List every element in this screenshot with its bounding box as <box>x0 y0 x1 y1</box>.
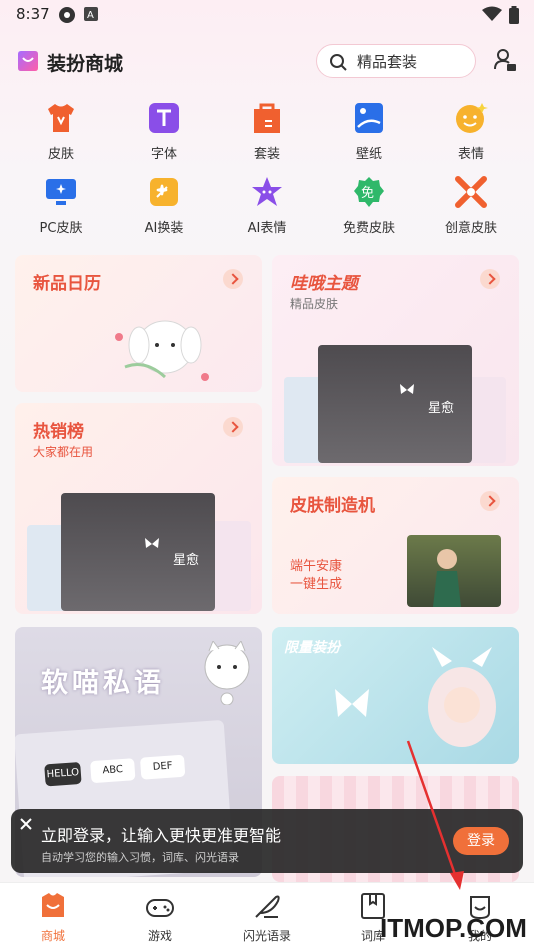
keyboard-preview-right <box>468 377 506 463</box>
card-wawa-theme[interactable]: 哇哦主题 精品皮肤 星愈 <box>272 255 519 466</box>
gamepad-icon <box>145 891 175 921</box>
header: 装扮商城 精品套装 <box>0 40 534 84</box>
category-label: 表情 <box>457 147 484 162</box>
status-time: 8:37 <box>16 5 50 23</box>
category-skin[interactable]: 皮肤 <box>16 101 106 162</box>
close-icon[interactable] <box>19 817 33 831</box>
store-logo-icon <box>18 51 38 71</box>
nav-label: 游戏 <box>147 929 172 943</box>
card-new-calendar[interactable]: 新品日历 <box>15 255 262 392</box>
keyboard-preview-main: 星愈 <box>318 345 472 463</box>
battery-icon <box>509 6 519 24</box>
category-label: AI表情 <box>247 221 287 236</box>
card-line2: 一键生成 <box>290 577 343 592</box>
watermark-text: ITMOP.COM <box>380 913 527 943</box>
category-creative-skin[interactable]: 创意皮肤 <box>426 175 516 236</box>
card-title: 限量装扮 <box>284 640 340 656</box>
woman-portrait-illustration <box>433 549 461 607</box>
category-ai-outfit[interactable]: AI换装 <box>119 175 209 236</box>
wifi-icon <box>482 6 502 21</box>
card-subtitle: 大家都在用 <box>33 445 94 459</box>
creative-icon <box>454 175 488 209</box>
card-hot-list[interactable]: 热销榜 大家都在用 星愈 <box>15 403 262 614</box>
key-abc: ABC <box>90 758 136 784</box>
category-free-skin[interactable]: 免 免费皮肤 <box>324 175 414 236</box>
category-label: PC皮肤 <box>39 221 83 236</box>
card-title: 新品日历 <box>33 274 101 294</box>
annotation-arrow <box>406 740 464 890</box>
bag-icon <box>250 101 284 135</box>
key-def: DEF <box>139 754 186 780</box>
category-label: 壁纸 <box>355 147 382 162</box>
emoji-icon <box>454 101 488 135</box>
arrow-right-icon[interactable] <box>480 491 500 511</box>
card-subtitle: 精品皮肤 <box>290 297 339 311</box>
keyboard-preview-text: 星愈 <box>428 401 455 416</box>
font-icon <box>147 101 181 135</box>
shirt-icon <box>44 101 78 135</box>
category-font[interactable]: 字体 <box>119 101 209 162</box>
search-placeholder: 精品套装 <box>357 53 418 71</box>
category-emoji[interactable]: 表情 <box>426 101 516 162</box>
butterfly-icon <box>400 384 414 394</box>
category-pc-skin[interactable]: PC皮肤 <box>16 175 106 236</box>
category-wallpaper[interactable]: 壁纸 <box>324 101 414 162</box>
arrow-right-icon[interactable] <box>480 269 500 289</box>
card-skin-maker[interactable]: 皮肤制造机 端午安康 一键生成 <box>272 477 519 614</box>
card-title: 软喵私语 <box>41 668 165 699</box>
butterfly-icon <box>145 538 159 548</box>
ai-emoji-icon <box>250 175 284 209</box>
key-hello: HELLO <box>44 761 82 787</box>
card-title: 哇哦主题 <box>290 274 358 294</box>
search-icon <box>330 54 347 71</box>
svg-text:免: 免 <box>361 186 374 201</box>
page-title: 装扮商城 <box>47 53 124 75</box>
notification-a-icon: A <box>84 7 98 21</box>
cat-illustration <box>204 641 250 705</box>
banner-subtitle: 自动学习您的输入习惯，词库、闪光语录 <box>41 851 239 864</box>
category-label: AI换装 <box>144 221 184 236</box>
card-title: 皮肤制造机 <box>290 496 375 516</box>
app-notification-icon <box>59 7 75 23</box>
status-bar: 8:37 A <box>0 0 534 28</box>
card-line1: 端午安康 <box>290 559 343 574</box>
svg-text:A: A <box>87 10 94 21</box>
nav-label: 闪光语录 <box>242 929 291 943</box>
store-tab-icon <box>38 891 68 921</box>
butterfly-icon <box>335 689 369 717</box>
category-suit[interactable]: 套装 <box>222 101 312 162</box>
banner-title: 立即登录，让输入更快更准更智能 <box>41 826 282 845</box>
puppy-illustration <box>115 320 209 381</box>
nav-label: 商城 <box>40 929 65 943</box>
search-input[interactable]: 精品套装 <box>316 44 476 78</box>
skin-preview-image <box>407 535 501 607</box>
keyboard-preview-main: 星愈 <box>61 493 215 611</box>
ai-outfit-icon <box>147 175 181 209</box>
wallpaper-icon <box>352 101 386 135</box>
category-label: 免费皮肤 <box>342 221 395 236</box>
arrow-right-icon[interactable] <box>223 269 243 289</box>
card-title: 热销榜 <box>33 422 84 442</box>
nav-item-flash-quotes[interactable]: 闪光语录 <box>227 891 307 944</box>
feather-pen-icon <box>252 891 282 921</box>
keyboard-preview-text: 星愈 <box>173 553 200 568</box>
nav-item-games[interactable]: 游戏 <box>120 891 200 944</box>
category-label: 创意皮肤 <box>444 221 497 236</box>
nav-item-store[interactable]: 商城 <box>13 891 93 944</box>
category-label: 皮肤 <box>47 147 74 162</box>
keyboard-preview-right <box>211 521 251 611</box>
card-limited[interactable]: 限量装扮 <box>272 627 519 764</box>
category-ai-emoji[interactable]: AI表情 <box>222 175 312 236</box>
arrow-right-icon[interactable] <box>223 417 243 437</box>
category-label: 套装 <box>253 147 280 162</box>
category-label: 字体 <box>150 147 177 162</box>
monitor-icon <box>44 175 78 209</box>
user-profile-icon[interactable] <box>493 48 517 72</box>
free-icon: 免 <box>352 175 386 209</box>
